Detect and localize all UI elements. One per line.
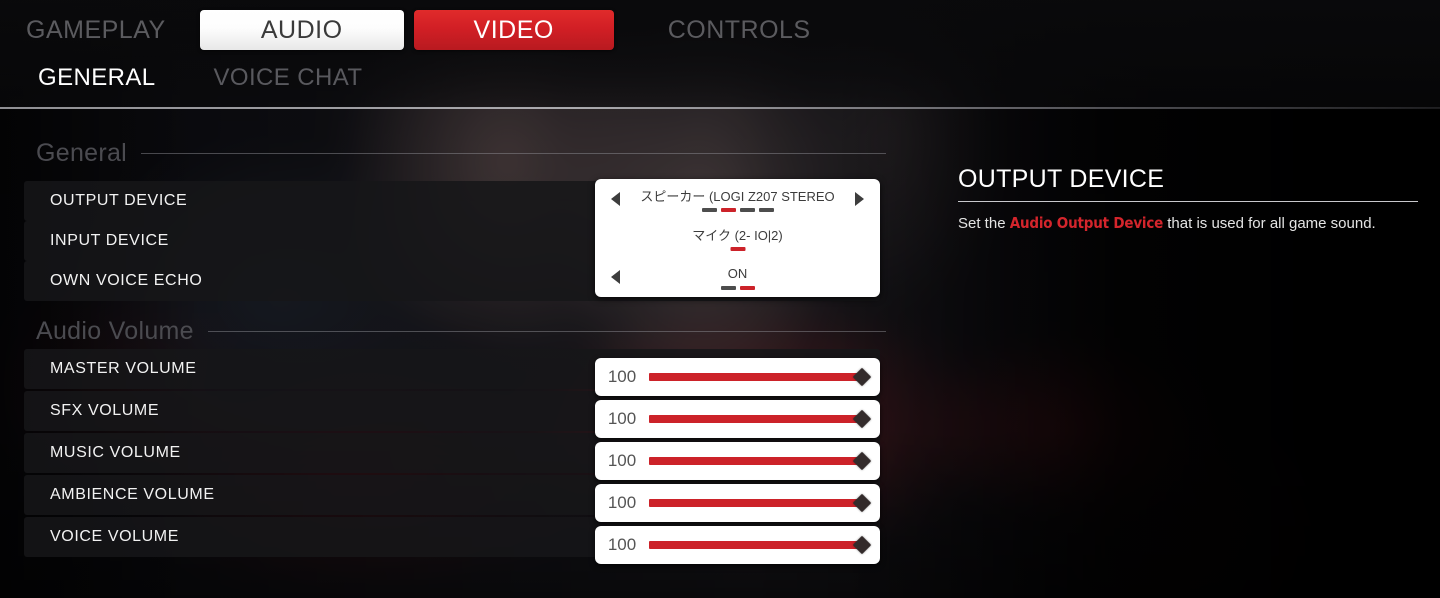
slider-value-master: 100 xyxy=(607,367,637,386)
dropdown-next-arrow-icon[interactable] xyxy=(855,191,864,206)
subtab-general[interactable]: GENERAL xyxy=(0,64,194,92)
info-panel: OUTPUT DEVICE Set the Audio Output Devic… xyxy=(958,165,1418,234)
dropdown-output-device[interactable]: スピーカー (LOGI Z207 STEREO xyxy=(595,179,880,218)
section-header-audio-volume: Audio Volume xyxy=(36,316,886,346)
topbar-divider xyxy=(0,107,1440,109)
page-dot-active xyxy=(720,208,736,212)
tab-controls[interactable]: CONTROLS xyxy=(642,10,837,50)
info-desc-after: that is used for all game sound. xyxy=(1163,215,1376,232)
section-rule-general xyxy=(141,152,886,154)
slider-handle-voice[interactable] xyxy=(852,535,872,555)
dropdown-input-device[interactable]: マイク (2- IO|2) xyxy=(595,218,880,257)
row-label-input-device: INPUT DEVICE xyxy=(50,232,169,249)
slider-track-master[interactable] xyxy=(649,367,872,387)
device-dropdown-card: スピーカー (LOGI Z207 STEREO マイク (2- IO|2) ON xyxy=(595,179,880,297)
slider-master-volume[interactable]: 100 xyxy=(595,358,880,396)
slider-track-music[interactable] xyxy=(649,451,872,471)
dropdown-own-voice-echo[interactable]: ON xyxy=(595,257,880,296)
section-header-general: General xyxy=(36,138,886,168)
section-title-audio-volume: Audio Volume xyxy=(36,316,194,345)
row-label-master-volume: MASTER VOLUME xyxy=(50,360,197,377)
slider-value-ambience: 100 xyxy=(607,493,637,512)
page-dot xyxy=(720,286,736,290)
slider-track-sfx[interactable] xyxy=(649,409,872,429)
slider-fill-sfx xyxy=(649,415,862,423)
settings-screen: GAMEPLAY AUDIO VIDEO CONTROLS GENERAL VO… xyxy=(0,0,1440,598)
dropdown-value-own-voice-echo: ON xyxy=(727,266,748,281)
slider-handle-sfx[interactable] xyxy=(852,409,872,429)
tab-audio[interactable]: AUDIO xyxy=(199,10,404,50)
page-dot xyxy=(701,208,717,212)
dropdown-page-dots-echo xyxy=(720,286,755,290)
slider-handle-ambience[interactable] xyxy=(852,493,872,513)
slider-fill-music xyxy=(649,457,862,465)
dropdown-value-input-device: マイク (2- IO|2) xyxy=(692,228,783,243)
row-label-own-voice-echo: OWN VOICE ECHO xyxy=(50,272,203,289)
slider-fill-voice xyxy=(649,541,862,549)
page-dot-active xyxy=(739,286,755,290)
info-panel-title: OUTPUT DEVICE xyxy=(958,165,1165,193)
info-panel-rule xyxy=(958,201,1418,202)
slider-sfx-volume[interactable]: 100 xyxy=(595,400,880,438)
sub-tabs: GENERAL VOICE CHAT xyxy=(0,58,382,98)
page-dot xyxy=(758,208,774,212)
slider-music-volume[interactable]: 100 xyxy=(595,442,880,480)
slider-handle-music[interactable] xyxy=(852,451,872,471)
slider-value-voice: 100 xyxy=(607,535,637,554)
dropdown-value-output-device: スピーカー (LOGI Z207 STEREO xyxy=(640,189,835,204)
info-desc-highlight: Audio Output Device xyxy=(1009,214,1164,232)
slider-handle-master[interactable] xyxy=(852,367,872,387)
slider-fill-master xyxy=(649,373,862,381)
page-dot-active xyxy=(730,247,745,251)
dropdown-prev-arrow-icon[interactable] xyxy=(611,269,620,284)
row-label-sfx-volume: SFX VOLUME xyxy=(50,402,160,419)
slider-ambience-volume[interactable]: 100 xyxy=(595,484,880,522)
slider-track-ambience[interactable] xyxy=(649,493,872,513)
dropdown-page-dots-output xyxy=(701,208,774,212)
top-tab-bar: GAMEPLAY AUDIO VIDEO CONTROLS GENERAL VO… xyxy=(0,0,1440,109)
dropdown-page-dots-input xyxy=(730,247,745,251)
info-desc-before: Set the xyxy=(958,215,1010,232)
section-title-general: General xyxy=(36,138,128,167)
slider-value-music: 100 xyxy=(607,451,637,470)
slider-fill-ambience xyxy=(649,499,862,507)
slider-value-sfx: 100 xyxy=(607,409,637,428)
slider-voice-volume[interactable]: 100 xyxy=(595,526,880,564)
subtab-voice-chat[interactable]: VOICE CHAT xyxy=(194,64,383,92)
info-panel-description: Set the Audio Output Device that is used… xyxy=(958,213,1418,234)
page-dot xyxy=(739,208,755,212)
section-rule-audio-volume xyxy=(207,330,886,332)
slider-track-voice[interactable] xyxy=(649,535,872,555)
row-label-ambience-volume: AMBIENCE VOLUME xyxy=(50,486,215,503)
tab-video[interactable]: VIDEO xyxy=(413,10,614,50)
row-label-voice-volume: VOICE VOLUME xyxy=(50,528,180,545)
dropdown-prev-arrow-icon[interactable] xyxy=(611,191,620,206)
row-label-output-device: OUTPUT DEVICE xyxy=(50,192,188,209)
row-label-music-volume: MUSIC VOLUME xyxy=(50,444,181,461)
tab-gameplay[interactable]: GAMEPLAY xyxy=(0,10,192,50)
main-tabs: GAMEPLAY AUDIO VIDEO CONTROLS xyxy=(0,10,837,50)
